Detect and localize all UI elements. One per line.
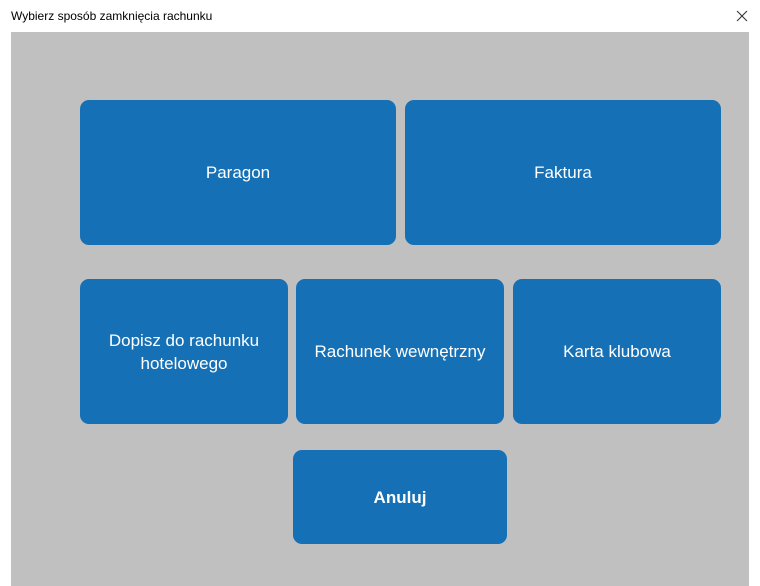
paragon-button[interactable]: Paragon — [80, 100, 396, 245]
internal-bill-button[interactable]: Rachunek wewnętrzny — [296, 279, 504, 424]
faktura-button[interactable]: Faktura — [405, 100, 721, 245]
close-button[interactable] — [730, 4, 754, 28]
close-bill-dialog: Wybierz sposób zamknięcia rachunku Parag… — [0, 0, 760, 586]
options-panel: Paragon Faktura Dopisz do rachunku hotel… — [11, 32, 749, 586]
club-card-button[interactable]: Karta klubowa — [513, 279, 721, 424]
cancel-button[interactable]: Anuluj — [293, 450, 507, 544]
hotel-bill-label: Dopisz do rachunku hotelowego — [108, 330, 260, 373]
dialog-title: Wybierz sposób zamknięcia rachunku — [11, 9, 213, 23]
close-icon — [736, 10, 748, 22]
club-card-label: Karta klubowa — [563, 342, 671, 361]
hotel-bill-button[interactable]: Dopisz do rachunku hotelowego — [80, 279, 288, 424]
internal-bill-label: Rachunek wewnętrzny — [314, 342, 486, 361]
title-bar: Wybierz sposób zamknięcia rachunku — [0, 0, 760, 32]
paragon-label: Paragon — [205, 163, 271, 182]
faktura-label: Faktura — [534, 163, 592, 182]
cancel-label: Anuluj — [373, 487, 427, 507]
